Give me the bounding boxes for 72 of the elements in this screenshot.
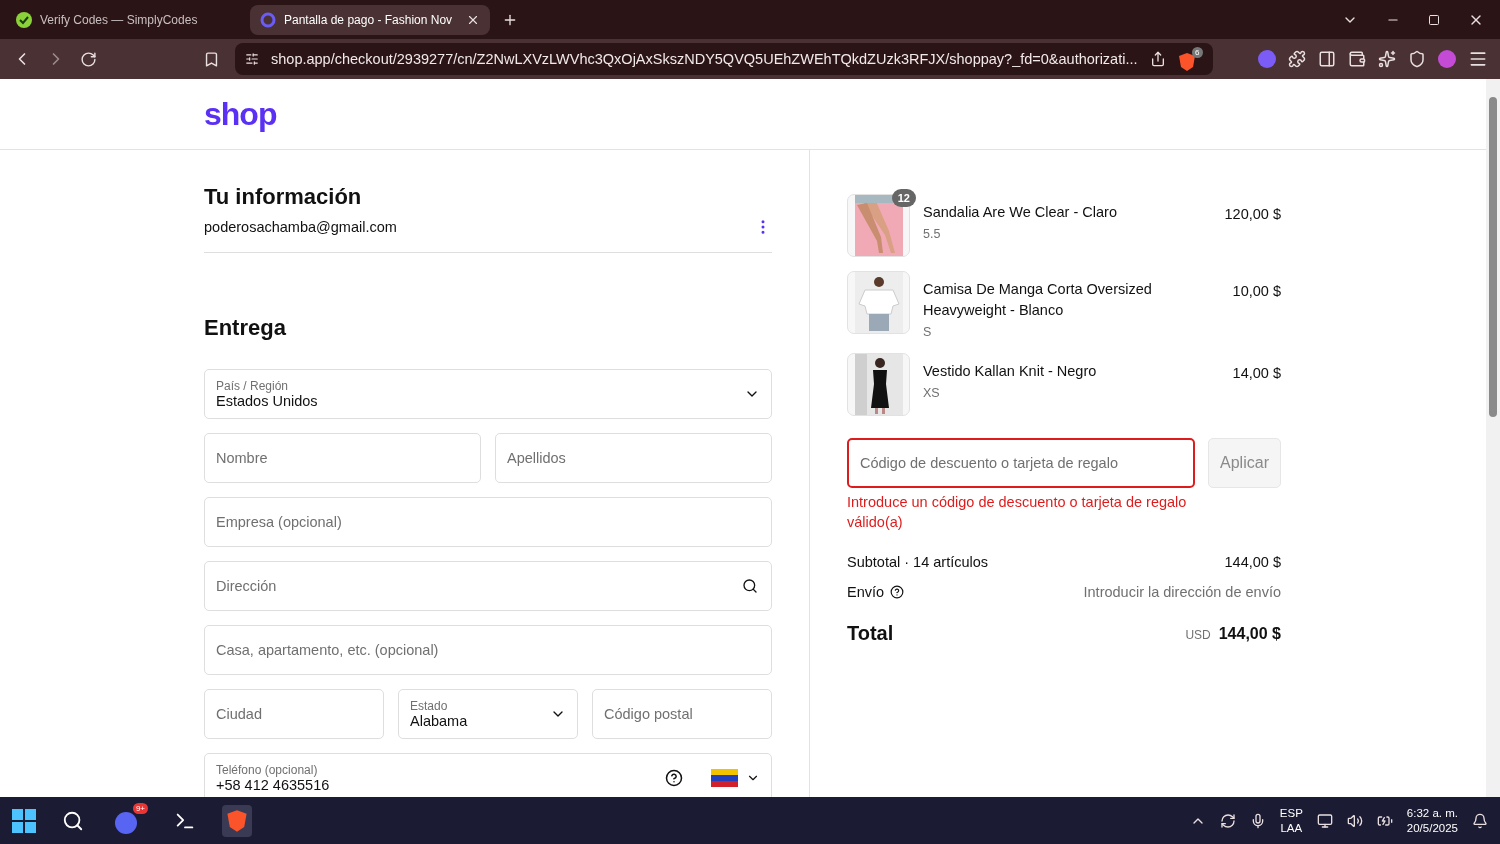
restore-icon[interactable] xyxy=(1428,13,1440,26)
product-price: 120,00 $ xyxy=(1224,205,1281,224)
browser-tab[interactable]: Verify Codes — SimplyCodes xyxy=(6,4,246,35)
section-heading: Tu información xyxy=(204,184,363,210)
section-heading: Entrega xyxy=(204,315,287,341)
reload-icon[interactable] xyxy=(80,50,97,68)
shipping-label: Envío xyxy=(847,584,885,600)
product-price: 10,00 $ xyxy=(1232,282,1281,301)
phone-field[interactable]: Teléfono (opcional) +58 412 4635516 xyxy=(204,753,772,797)
product-variant: XS xyxy=(923,386,941,400)
volume-icon[interactable] xyxy=(1346,812,1363,829)
profile-icon[interactable] xyxy=(1438,50,1456,68)
subtotal-label: Subtotal · 14 artículos xyxy=(847,554,989,570)
select-field[interactable]: Estado Alabama xyxy=(398,689,578,739)
shop-logo: shop xyxy=(204,95,277,133)
product-variant: 5.5 xyxy=(923,227,942,241)
bell-icon[interactable] xyxy=(1472,812,1488,829)
browser-icon[interactable] xyxy=(222,804,252,837)
text-field[interactable]: Ciudad xyxy=(204,689,384,739)
field-label: Estado xyxy=(410,699,449,713)
text-field[interactable]: Empresa (opcional) xyxy=(204,497,772,547)
error-message: Introduce un código de descuento o tarjeta de regalo válido(a) xyxy=(847,493,1188,532)
layout-text: LAA xyxy=(1280,820,1303,836)
product-name: Sandalia Are We Clear - Claro xyxy=(923,203,1118,222)
text-field[interactable]: Casa, apartamento, etc. (opcional) xyxy=(204,625,772,675)
bookmark-icon[interactable] xyxy=(203,50,220,68)
help-icon xyxy=(665,769,683,787)
windows-icon[interactable] xyxy=(12,808,36,833)
sync-icon[interactable] xyxy=(1219,812,1236,829)
total-value: 144,00 $ xyxy=(1218,624,1281,642)
currency-code: USD xyxy=(1185,627,1211,642)
sparkles-icon[interactable] xyxy=(1378,50,1396,68)
browser-tab[interactable]: Pantalla de pago - Fashion Nov xyxy=(250,4,490,35)
search-icon xyxy=(742,578,758,594)
select-field[interactable]: País / Región Estados Unidos xyxy=(204,369,772,419)
text-field[interactable]: Código postal xyxy=(592,689,772,739)
count-badge: 6 xyxy=(1192,46,1203,58)
discount-field[interactable]: Código de descuento o tarjeta de regalo xyxy=(847,438,1195,488)
puzzle-icon[interactable] xyxy=(1288,50,1306,68)
shield-icon[interactable] xyxy=(1177,51,1196,72)
text-field[interactable]: Apellidos xyxy=(495,433,772,483)
url-text: shop.app/checkout/2939277/cn/Z2NwLXVzLWVhc3QxOjAxSkszNDY5QVQ5UEhZWEhTQkdZUzk3RFJX/shoppay?_fd=0&authorizati... xyxy=(271,51,1138,67)
check-icon xyxy=(16,11,32,28)
notification-badge: 9+ xyxy=(132,802,148,814)
address-field[interactable]: Dirección xyxy=(204,561,772,611)
field-value: Estados Unidos xyxy=(216,393,319,409)
total-label: Total xyxy=(847,622,894,645)
language-text: ESP xyxy=(1279,805,1303,821)
share-icon[interactable] xyxy=(1149,51,1166,67)
clock-date: 20/5/2025 xyxy=(1406,820,1458,836)
product-variant: S xyxy=(923,325,933,339)
wallet-icon[interactable] xyxy=(1348,50,1366,68)
help-icon[interactable] xyxy=(890,585,905,599)
field-value: Alabama xyxy=(410,713,469,729)
subtotal-value: 144,00 $ xyxy=(1224,554,1281,570)
scrollbar[interactable] xyxy=(1486,79,1500,797)
product-name: Vestido Kallan Knit - Negro xyxy=(923,362,1098,381)
flag-icon xyxy=(711,769,738,787)
product-name: Camisa De Manga Corta Oversized Heavyweight - Blanco xyxy=(923,280,1153,320)
menu-icon[interactable] xyxy=(1468,49,1488,69)
shipping-value: Introducir la dirección de envío xyxy=(1083,584,1281,600)
product-price: 14,00 $ xyxy=(1232,364,1281,383)
quantity-badge: 12 xyxy=(891,189,916,207)
text-field[interactable]: Nombre xyxy=(204,433,481,483)
field-value: +58 412 4635516 xyxy=(216,777,331,793)
field-label: Teléfono (opcional) xyxy=(216,763,319,777)
field-label: País / Región xyxy=(216,379,290,393)
email-text: poderosachamba@gmail.com xyxy=(204,219,397,235)
clock-time: 6:32 a. m. xyxy=(1406,805,1458,821)
sidebar-icon[interactable] xyxy=(1318,50,1336,68)
shield-icon[interactable] xyxy=(1408,50,1426,68)
site-settings-icon[interactable] xyxy=(245,52,259,66)
